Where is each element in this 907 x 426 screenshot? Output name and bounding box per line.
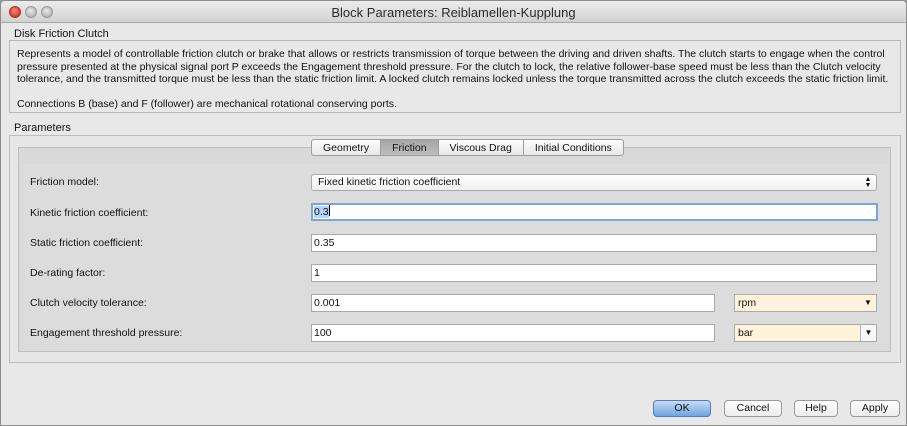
tab-geometry[interactable]: Geometry bbox=[311, 139, 382, 156]
description-box: Represents a model of controllable frict… bbox=[9, 40, 901, 113]
dropdown-arrow-icon: ▼ bbox=[860, 325, 876, 341]
window-title: Block Parameters: Reiblamellen-Kupplung bbox=[331, 5, 576, 20]
cancel-button[interactable]: Cancel bbox=[724, 400, 782, 417]
velocity-tolerance-label: Clutch velocity tolerance: bbox=[30, 297, 147, 309]
block-name: Disk Friction Clutch bbox=[14, 28, 109, 40]
updown-arrows-icon: ▲ ▼ bbox=[864, 176, 872, 189]
engagement-pressure-label: Engagement threshold pressure: bbox=[30, 327, 183, 339]
friction-model-label: Friction model: bbox=[30, 176, 99, 188]
text-caret bbox=[328, 205, 330, 216]
kinetic-friction-input[interactable]: 0.3 bbox=[311, 203, 878, 221]
apply-button[interactable]: Apply bbox=[850, 400, 900, 417]
static-friction-label: Static friction coefficient: bbox=[30, 237, 144, 249]
block-description: Represents a model of controllable frict… bbox=[17, 48, 889, 85]
pressure-unit-value: bar bbox=[738, 327, 754, 339]
title-bar[interactable]: Block Parameters: Reiblamellen-Kupplung bbox=[1, 1, 906, 23]
connections-note: Connections B (base) and F (follower) ar… bbox=[17, 97, 397, 110]
friction-model-select[interactable]: Fixed kinetic friction coefficient ▲ ▼ bbox=[311, 174, 877, 191]
tab-viscous-drag[interactable]: Viscous Drag bbox=[438, 139, 524, 156]
help-button[interactable]: Help bbox=[794, 400, 838, 417]
kinetic-friction-label: Kinetic friction coefficient: bbox=[30, 207, 149, 219]
static-friction-input[interactable]: 0.35 bbox=[311, 234, 877, 252]
tab-bar: Geometry Friction Viscous Drag Initial C… bbox=[311, 139, 624, 157]
tab-initial-conditions[interactable]: Initial Conditions bbox=[523, 139, 624, 156]
derating-factor-input[interactable]: 1 bbox=[311, 264, 877, 282]
block-parameters-window: Block Parameters: Reiblamellen-Kupplung … bbox=[0, 0, 907, 426]
kinetic-friction-value: 0.3 bbox=[314, 206, 329, 218]
parameters-label: Parameters bbox=[14, 122, 71, 134]
engagement-pressure-input[interactable]: 100 bbox=[311, 324, 715, 342]
pressure-unit-select[interactable]: bar ▼ bbox=[734, 324, 877, 342]
tab-panel-content bbox=[22, 164, 888, 351]
derating-factor-label: De-rating factor: bbox=[30, 267, 106, 279]
friction-model-value: Fixed kinetic friction coefficient bbox=[318, 176, 461, 188]
velocity-unit-value: rpm bbox=[738, 297, 757, 309]
tab-friction[interactable]: Friction bbox=[381, 139, 439, 156]
ok-button[interactable]: OK bbox=[653, 400, 711, 417]
dropdown-arrow-icon: ▼ bbox=[860, 295, 876, 311]
velocity-tolerance-input[interactable]: 0.001 bbox=[311, 294, 715, 312]
velocity-unit-select[interactable]: rpm ▼ bbox=[734, 294, 877, 312]
